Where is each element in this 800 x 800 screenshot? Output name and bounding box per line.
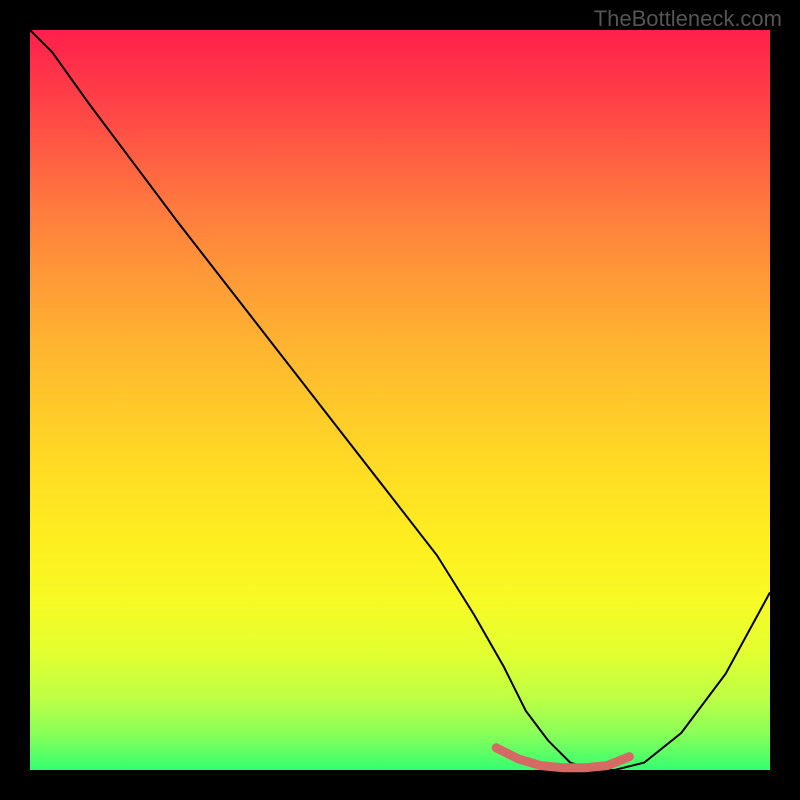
chart-svg — [30, 30, 770, 770]
optimal-band-path — [496, 748, 629, 768]
chart-plot-area — [30, 30, 770, 770]
bottleneck-curve-path — [30, 30, 770, 770]
watermark-label: TheBottleneck.com — [594, 6, 782, 32]
